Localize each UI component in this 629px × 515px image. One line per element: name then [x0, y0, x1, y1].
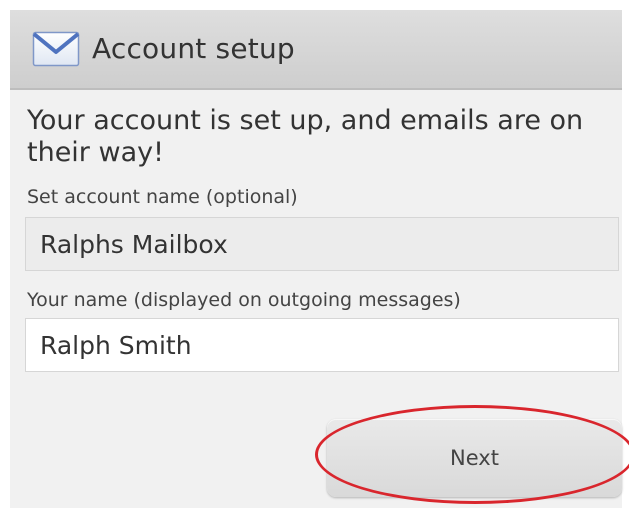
account-name-label: Set account name (optional) — [27, 186, 298, 208]
your-name-label: Your name (displayed on outgoing message… — [27, 289, 461, 311]
mail-icon — [32, 31, 80, 67]
account-setup-screen: Account setup Your account is set up, an… — [10, 10, 629, 508]
page-title: Account setup — [92, 32, 295, 65]
account-name-input[interactable] — [25, 217, 619, 271]
next-button[interactable]: Next — [327, 419, 622, 497]
your-name-input[interactable] — [25, 318, 619, 372]
title-bar: Account setup — [10, 10, 622, 90]
setup-complete-message: Your account is set up, and emails are o… — [27, 105, 584, 168]
